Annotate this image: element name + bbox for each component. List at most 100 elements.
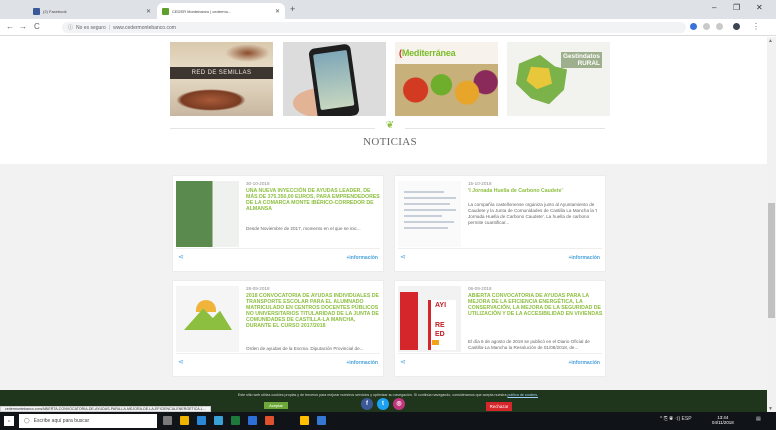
taskbar-search-box[interactable]: ◯ Escribe aquí para buscar [19, 414, 157, 428]
reload-button[interactable]: C [34, 22, 40, 31]
edge-icon[interactable] [248, 416, 257, 425]
minimize-button[interactable]: – [712, 3, 716, 12]
new-tab-button[interactable]: + [290, 4, 295, 14]
news-thumbnail[interactable] [176, 286, 239, 352]
banner-label-band: RED DE SEMILLAS [170, 67, 273, 79]
news-date: 15-10-2018 [468, 181, 492, 186]
mediterranea-logo: (Mediterránea [399, 48, 456, 58]
clock-date: 04/11/2018 [712, 420, 734, 425]
taskbar-search-placeholder: Escribe aquí para buscar [33, 418, 90, 424]
facebook-favicon-icon [33, 7, 40, 15]
browser-window: (2) Facebook ✕ CEDER Montebanco | cederm… [0, 0, 776, 430]
twitter-icon[interactable]: t [377, 398, 389, 410]
profile-avatar[interactable] [733, 23, 740, 30]
more-info-link[interactable]: +información [568, 360, 600, 366]
reject-cookies-button[interactable]: Rechazar [486, 402, 512, 411]
restore-button[interactable]: ❐ [733, 3, 740, 12]
social-links: f t ◎ [361, 398, 405, 410]
ceder-favicon-icon [162, 7, 169, 15]
news-date: 06-09-2018 [468, 286, 492, 291]
seeds-image [176, 89, 246, 111]
news-headline[interactable]: 2018 CONVOCATORIA DE AYUDAS INDIVIDUALES… [246, 293, 381, 329]
phone-image [308, 43, 360, 116]
news-thumbnail[interactable] [398, 181, 461, 247]
card-divider [176, 353, 380, 354]
news-headline[interactable]: 'I Jornada Huella de Carbono Caudete' [468, 188, 603, 194]
banner-app-promo[interactable] [283, 42, 386, 116]
news-card: 15-10-2018 'I Jornada Huella de Carbono … [394, 175, 606, 272]
system-tray[interactable]: ^ ⎘ ◉ ◁) ESP [660, 416, 692, 422]
more-info-link[interactable]: +información [568, 255, 600, 261]
more-info-link[interactable]: +información [346, 360, 378, 366]
close-window-button[interactable]: ✕ [756, 3, 763, 12]
extension-icon[interactable] [703, 23, 710, 30]
instagram-icon[interactable]: ◎ [393, 398, 405, 410]
more-info-link[interactable]: +información [346, 255, 378, 261]
leaf-icon: ❦ [385, 120, 395, 131]
banner-gestindatos[interactable]: Gestindatos RURAL [507, 42, 610, 116]
taskbar-app-icon[interactable] [214, 416, 223, 425]
share-icon[interactable]: ⋖ [400, 358, 406, 366]
address-bar-row: ← → C ⓘ No es seguro | www.cedermonteban… [0, 19, 776, 36]
chrome-icon[interactable] [300, 416, 309, 425]
card-divider [398, 353, 602, 354]
url-field[interactable]: ⓘ No es seguro | www.cedermontebanco.com [62, 22, 686, 33]
tab-title: CEDER Montebanco | cedermo... [172, 8, 232, 14]
banner-mediterranea[interactable]: (Mediterránea [395, 42, 498, 116]
share-icon[interactable]: ⋖ [178, 358, 184, 366]
news-headline[interactable]: ABIERTA CONVOCATORIA DE AYUDAS PARA LA M… [468, 293, 603, 317]
section-divider [170, 128, 375, 129]
security-label: No es seguro [76, 24, 106, 31]
share-icon[interactable]: ⋖ [400, 253, 406, 261]
banner-label: Gestindatos RURAL [561, 52, 602, 68]
scrollbar-thumb[interactable] [768, 203, 775, 318]
scroll-up-arrow-icon[interactable]: ▲ [768, 38, 773, 44]
excel-icon[interactable] [231, 416, 240, 425]
news-date: 28-09-2018 [246, 286, 270, 291]
back-button[interactable]: ← [6, 22, 14, 31]
accept-cookies-button[interactable]: Aceptar [264, 402, 288, 409]
news-card: 28-09-2018 2018 CONVOCATORIA DE AYUDAS I… [172, 280, 384, 377]
section-title: NOTICIAS [363, 136, 417, 148]
cookie-text: Este sitio web utiliza cookies propias y… [237, 393, 507, 397]
tab-ceder[interactable]: CEDER Montebanco | cedermo... ✕ [157, 3, 285, 19]
task-view-icon[interactable] [163, 416, 172, 425]
news-area [0, 164, 776, 402]
card-divider [398, 248, 602, 249]
windows-taskbar: ◯ Escribe aquí para buscar ^ ⎘ ◉ ◁) ESP … [0, 412, 776, 430]
news-card: AYI RE ED 06-09-2018 ABIERTA CONVOCATORI… [394, 280, 606, 377]
url-text: www.cedermontebanco.com [113, 24, 176, 31]
windows-start-icon[interactable] [4, 416, 14, 426]
share-icon[interactable]: ⋖ [178, 253, 184, 261]
powerpoint-icon[interactable] [265, 416, 274, 425]
news-headline[interactable]: UNA NUEVA INYECCIÓN DE AYUDAS LEADER, DE… [246, 188, 381, 212]
word-icon[interactable] [317, 416, 326, 425]
tab-facebook[interactable]: (2) Facebook ✕ [28, 3, 156, 19]
cookie-policy-link[interactable]: política de cookies. [507, 393, 538, 397]
facebook-icon[interactable]: f [361, 398, 373, 410]
news-excerpt: El día 6 de agosto de 2018 se publicó en… [468, 339, 590, 350]
news-thumbnail[interactable]: AYI RE ED [398, 286, 461, 352]
tab-strip: (2) Facebook ✕ CEDER Montebanco | cederm… [0, 0, 776, 19]
bookmark-star-icon[interactable] [690, 23, 697, 30]
cookie-notice: Este sitio web utiliza cookies propias y… [0, 393, 776, 397]
menu-kebab-icon[interactable]: ⋮ [752, 22, 760, 31]
news-excerpt: Orden de ayudas de la Excma. Diputación … [246, 346, 364, 351]
vegetables-image [395, 64, 498, 116]
news-thumbnail[interactable] [176, 181, 239, 247]
taskbar-clock[interactable]: 13:44 04/11/2018 [712, 415, 734, 425]
sun-logo-image [196, 300, 216, 312]
extension-icon[interactable] [716, 23, 723, 30]
file-explorer-icon[interactable] [180, 416, 189, 425]
news-date: 30-10-2018 [246, 181, 270, 186]
seeds-image [225, 44, 270, 62]
forward-button[interactable]: → [19, 22, 27, 31]
close-tab-icon[interactable]: ✕ [146, 8, 151, 15]
news-excerpt: La compañía castellonense organiza junto… [468, 202, 598, 225]
taskbar-app-icon[interactable] [197, 416, 206, 425]
info-icon[interactable]: ⓘ [68, 24, 73, 31]
banner-label: RED DE SEMILLAS [191, 70, 252, 76]
banner-red-de-semillas[interactable]: RED DE SEMILLAS [170, 42, 273, 116]
close-tab-icon[interactable]: ✕ [275, 8, 280, 15]
notifications-icon[interactable]: ▤ [756, 416, 761, 422]
